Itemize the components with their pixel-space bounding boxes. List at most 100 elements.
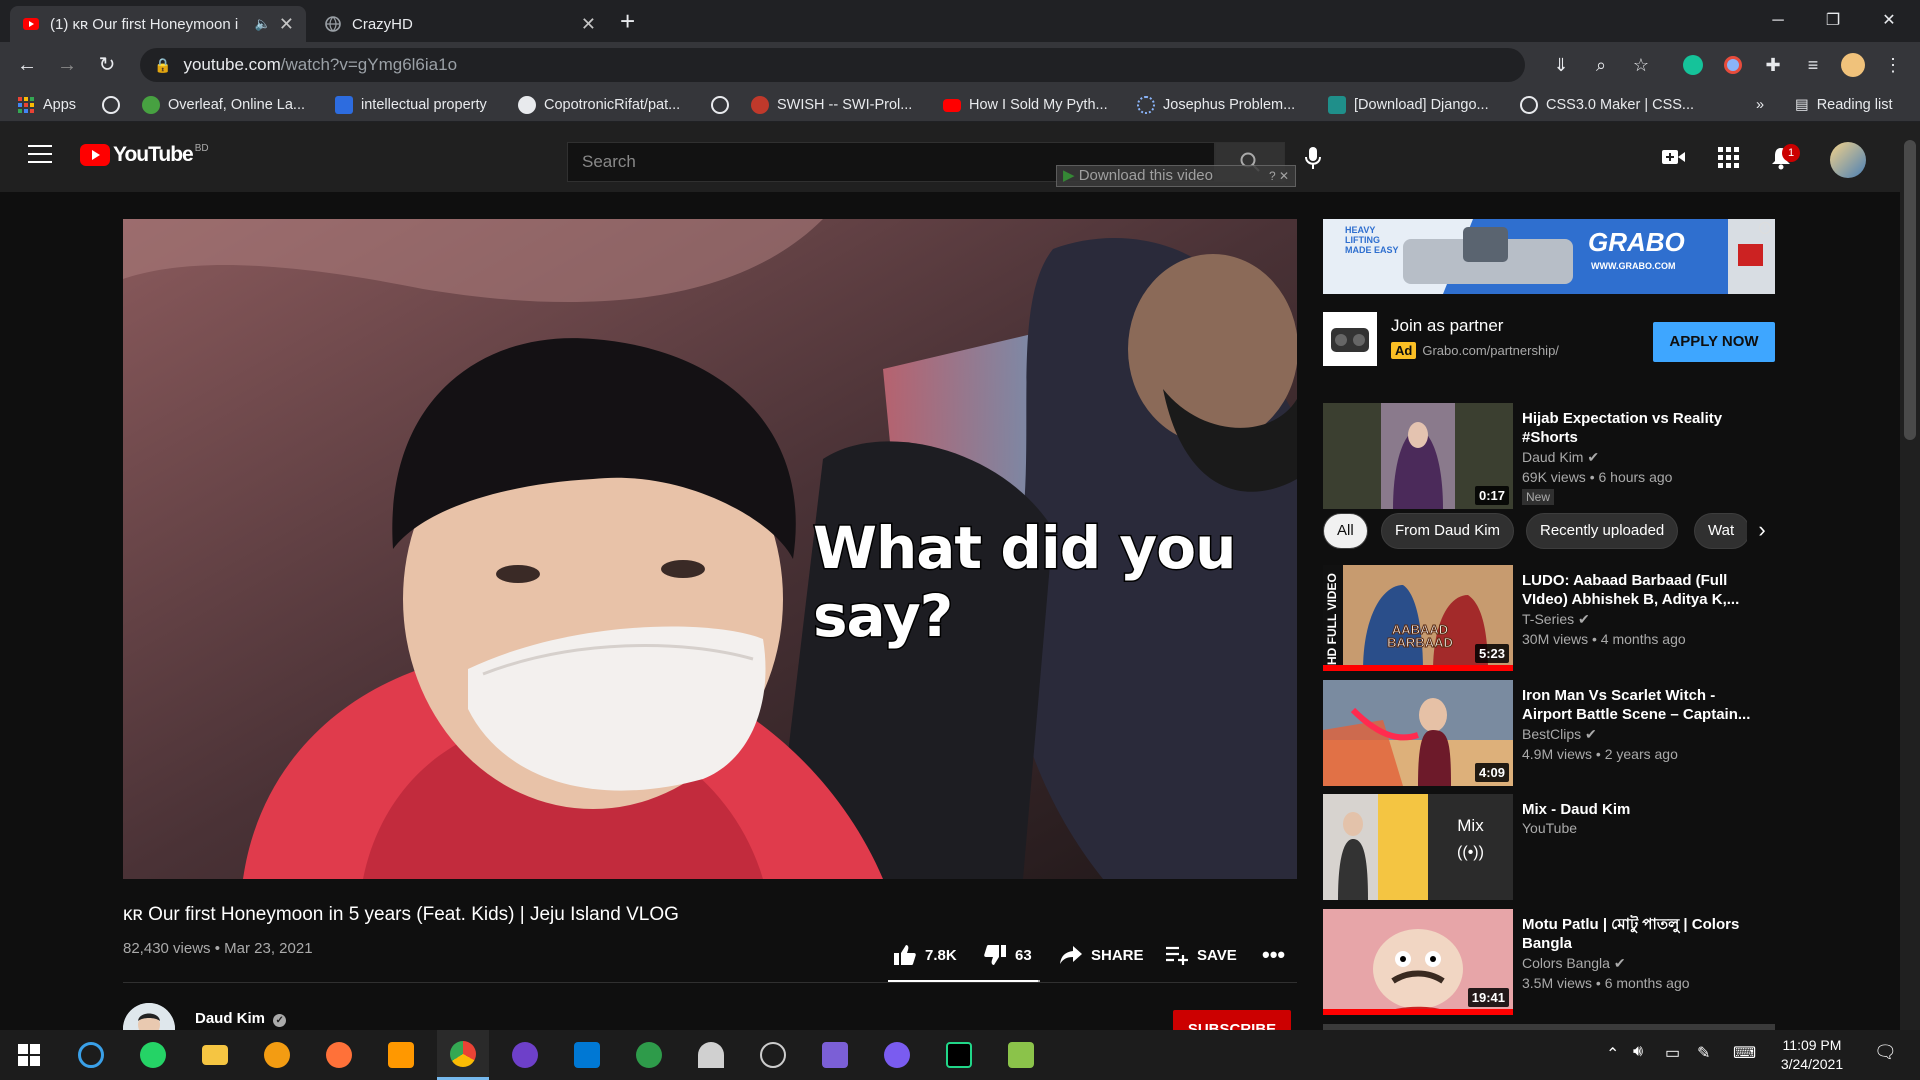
tab-youtube[interactable]: (1) ᴋʀ Our first Honeymoon i 🔈 ✕ — [10, 6, 306, 42]
file-explorer-icon[interactable] — [189, 1030, 241, 1080]
restore-icon[interactable]: ❐ — [1810, 6, 1856, 36]
upload-date: Mar 23, 2021 — [224, 940, 313, 957]
messenger-icon[interactable] — [871, 1030, 923, 1080]
microphone-icon[interactable] — [1305, 146, 1321, 175]
chrome-icon[interactable] — [437, 1030, 489, 1080]
recommendation-item[interactable]: Mix ((•)) Mix - Daud Kim YouTube — [1323, 794, 1775, 900]
reload-icon[interactable]: ↻ — [92, 50, 122, 80]
visual-studio-icon[interactable] — [809, 1030, 861, 1080]
more-bookmarks-button[interactable]: » — [1756, 94, 1764, 116]
video-player[interactable]: What did you say? — [123, 219, 1297, 879]
keyboard-icon[interactable]: ⌨ — [1733, 1043, 1756, 1063]
whatsapp-icon[interactable] — [127, 1030, 179, 1080]
create-video-icon[interactable] — [1662, 149, 1686, 170]
apply-now-button[interactable]: APPLY NOW — [1653, 322, 1775, 362]
bookmark-ip[interactable]: intellectual property — [335, 94, 487, 116]
ad-banner-image[interactable]: HEAVY LIFTING MADE EASY GRABO WWW.GRABO.… — [1323, 219, 1775, 294]
bookmark-josephus[interactable]: Josephus Problem... — [1137, 94, 1295, 116]
new-tab-button[interactable]: + — [620, 6, 635, 36]
close-tab-icon[interactable]: ✕ — [581, 14, 596, 35]
media-control-icon[interactable]: ≡ — [1800, 52, 1826, 78]
bookmark-globe-2[interactable] — [711, 94, 737, 116]
globe-icon — [1520, 96, 1538, 114]
duration-badge: 19:41 — [1467, 988, 1509, 1007]
zoom-icon[interactable]: ⌕ — [1588, 52, 1614, 78]
more-actions-icon[interactable]: ••• — [1262, 942, 1285, 967]
bookmark-django[interactable]: [Download] Django... — [1328, 94, 1489, 116]
help-icon[interactable]: ? ✕ — [1269, 166, 1289, 186]
github-desktop-icon[interactable] — [499, 1030, 551, 1080]
dislike-button[interactable]: 63 — [983, 943, 1032, 967]
pycharm-icon[interactable] — [933, 1030, 985, 1080]
bookmark-apps[interactable]: Apps — [18, 94, 76, 116]
video-title: Iron Man Vs Scarlet Witch - Airport Batt… — [1522, 687, 1751, 723]
system-clock[interactable]: 11:09 PM 3/24/2021 — [1762, 1036, 1862, 1074]
tab-crazyhd[interactable]: CrazyHD ✕ — [312, 6, 608, 42]
save-button[interactable]: SAVE — [1165, 943, 1237, 967]
menu-kebab-icon[interactable]: ⋮ — [1880, 52, 1906, 78]
vscode-icon[interactable] — [561, 1030, 613, 1080]
browser-shield-icon[interactable] — [251, 1030, 303, 1080]
youtube-header: YouTube BD Search 1 — [0, 122, 1900, 192]
recommendation-item[interactable]: 4:09 Iron Man Vs Scarlet Witch - Airport… — [1323, 680, 1775, 786]
tab-audio-icon[interactable]: 🔈 — [255, 16, 271, 32]
extension-icon[interactable] — [1720, 52, 1746, 78]
thumbs-up-icon — [894, 945, 916, 965]
tray-overflow-icon[interactable]: ⌃ — [1606, 1044, 1619, 1064]
notification-center-icon[interactable]: 🗨︎ — [1874, 1042, 1897, 1063]
recommendation-item[interactable]: 0:17 Hijab Expectation vs Reality #Short… — [1323, 403, 1775, 509]
globe-icon — [102, 96, 120, 114]
notepad-icon[interactable] — [995, 1030, 1047, 1080]
apps-grid-icon[interactable] — [1718, 147, 1739, 168]
chip-from-daud-kim[interactable]: From Daud Kim — [1381, 513, 1515, 549]
puzzle-extensions-icon[interactable]: ✚ — [1760, 52, 1786, 78]
grammarly-extension-icon[interactable] — [1680, 52, 1706, 78]
close-window-icon[interactable]: ✕ — [1866, 6, 1912, 36]
user-avatar[interactable] — [1830, 142, 1866, 178]
globe-app-icon[interactable] — [623, 1030, 675, 1080]
chip-all[interactable]: All — [1323, 513, 1368, 549]
chip-recently-uploaded[interactable]: Recently uploaded — [1526, 513, 1679, 549]
hamburger-menu-icon[interactable] — [28, 145, 52, 163]
sublime-icon[interactable] — [375, 1030, 427, 1080]
recommendation-item[interactable]: HD FULL VIDEO AABAAD BARBAAD 5:23 LUDO: … — [1323, 565, 1775, 671]
bookmark-label: CopotronicRifat/pat... — [544, 97, 681, 113]
umbrella-app-icon[interactable] — [685, 1030, 737, 1080]
address-bar[interactable]: 🔒 youtube.com/watch?v=gYmg6l6ia1o — [140, 48, 1525, 82]
satellite-app-icon[interactable] — [747, 1030, 799, 1080]
tab-title: (1) ᴋʀ Our first Honeymoon i — [50, 15, 239, 33]
reading-list-button[interactable]: ▤ Reading list — [1795, 94, 1892, 116]
install-icon[interactable]: ⇓ — [1548, 52, 1574, 78]
chip-watched[interactable]: Wat — [1694, 513, 1750, 549]
bookmark-label: CSS3.0 Maker | CSS... — [1546, 97, 1695, 113]
bookmark-github[interactable]: CopotronicRifat/pat... — [518, 94, 680, 116]
pen-icon[interactable]: ✎ — [1697, 1043, 1710, 1063]
channel-name[interactable]: Daud Kim ✓ — [195, 1010, 287, 1027]
volume-icon[interactable]: 🔊︎ — [1633, 1043, 1643, 1061]
task-view-icon[interactable] — [65, 1030, 117, 1080]
profile-avatar-icon[interactable] — [1840, 52, 1866, 78]
like-button[interactable]: 7.8K — [893, 943, 957, 967]
bookmark-star-icon[interactable]: ☆ — [1628, 52, 1654, 78]
minimize-icon[interactable]: ─ — [1755, 6, 1801, 36]
back-icon[interactable]: ← — [12, 50, 42, 80]
network-icon[interactable]: ▭ — [1665, 1043, 1680, 1063]
windows-start-icon[interactable] — [3, 1030, 55, 1080]
youtube-icon — [943, 98, 961, 112]
django-icon — [1328, 96, 1346, 114]
share-button[interactable]: SHARE — [1059, 943, 1144, 967]
chevron-right-icon[interactable]: › — [1747, 513, 1777, 549]
firefox-icon[interactable] — [313, 1030, 365, 1080]
youtube-logo[interactable]: YouTube BD — [80, 143, 209, 167]
bookmark-swish[interactable]: SWISH -- SWI-Prol... — [751, 94, 912, 116]
bookmark-overleaf[interactable]: Overleaf, Online La... — [142, 94, 305, 116]
scrollbar-thumb[interactable] — [1904, 140, 1916, 440]
close-tab-icon[interactable]: ✕ — [279, 14, 294, 35]
forward-icon[interactable]: → — [52, 50, 82, 80]
bookmark-css[interactable]: CSS3.0 Maker | CSS... — [1520, 94, 1694, 116]
recommendation-item[interactable]: 19:41 Motu Patlu | মোটু পাতলু | Colors B… — [1323, 909, 1775, 1015]
bookmark-youtube[interactable]: How I Sold My Pyth... — [943, 94, 1108, 116]
bookmark-globe[interactable] — [102, 94, 128, 116]
ad-info-icon[interactable]: i — [1759, 222, 1771, 234]
download-video-overlay[interactable]: ▶ Download this video ? ✕ — [1056, 165, 1296, 187]
